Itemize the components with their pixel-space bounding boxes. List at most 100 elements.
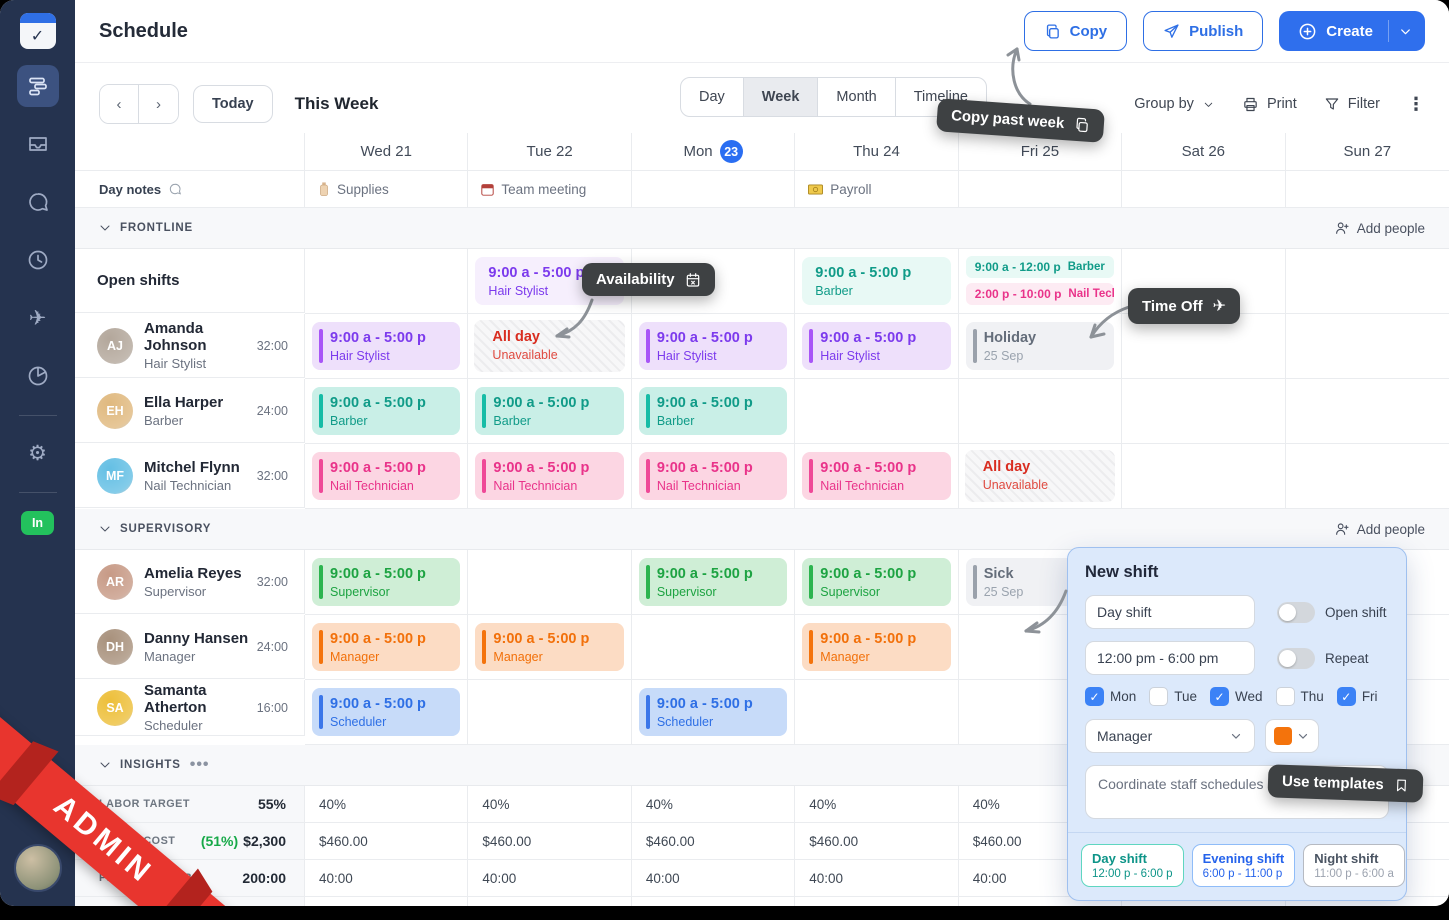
day-header[interactable]: Mon23 xyxy=(632,133,795,171)
sidebar-item-time-clock[interactable] xyxy=(17,239,59,281)
print-control[interactable]: Print xyxy=(1242,96,1297,113)
color-select[interactable] xyxy=(1265,719,1319,753)
prev-week-button[interactable]: ‹ xyxy=(100,85,139,123)
shift-card[interactable]: 9:00 a - 5:00 pBarber xyxy=(475,387,623,435)
day-note-cell[interactable]: Payroll xyxy=(795,171,958,208)
day-header[interactable]: Tue 22 xyxy=(468,133,631,171)
weekday-checkbox-tue[interactable]: Tue xyxy=(1149,687,1197,706)
shift-card[interactable]: 9:00 a - 5:00 pNail Technician xyxy=(312,452,460,500)
group-by-control[interactable]: Group by xyxy=(1134,96,1215,112)
schedule-cell[interactable]: 9:00 a - 5:00 pManager xyxy=(795,615,958,680)
schedule-cell[interactable]: 9:00 a - 5:00 pScheduler xyxy=(305,680,468,745)
shift-template-night-shift[interactable]: Night shift11:00 p - 6:00 a xyxy=(1303,844,1405,887)
employee[interactable]: AJ Amanda Johnson Hair Stylist 32:00 xyxy=(75,314,305,378)
sidebar-item-settings[interactable]: ⚙ xyxy=(17,432,59,474)
shift-name-input[interactable]: Day shift xyxy=(1085,595,1255,629)
sidebar-item-inbox[interactable] xyxy=(17,123,59,165)
create-button[interactable]: Create xyxy=(1279,11,1425,51)
day-note-cell[interactable] xyxy=(1286,171,1449,208)
filter-control[interactable]: Filter xyxy=(1324,96,1380,112)
day-note-cell[interactable]: Team meeting xyxy=(468,171,631,208)
shift-card[interactable]: 9:00 a - 5:00 pNail Technician xyxy=(802,452,950,500)
schedule-cell[interactable] xyxy=(959,379,1122,444)
schedule-cell[interactable]: 9:00 a - 5:00 pSupervisor xyxy=(305,550,468,615)
schedule-cell[interactable] xyxy=(1286,314,1449,379)
schedule-cell[interactable]: 9:00 a - 5:00 pSupervisor xyxy=(632,550,795,615)
shift-card[interactable]: 9:00 a - 5:00 pHair Stylist xyxy=(639,322,787,370)
more-options-kebab-icon[interactable]: ⋮ xyxy=(1407,94,1425,115)
section-more-icon[interactable]: ••• xyxy=(190,756,210,774)
shift-card[interactable]: 9:00 a - 5:00 pHair Stylist xyxy=(802,322,950,370)
day-header[interactable]: Wed 21 xyxy=(305,133,468,171)
unavailable-card[interactable]: All dayUnavailable xyxy=(965,450,1115,502)
schedule-cell[interactable] xyxy=(1122,379,1285,444)
open-shift-card[interactable]: 9:00 a - 5:00 pBarber xyxy=(802,257,950,305)
day-note-cell[interactable]: Supplies xyxy=(305,171,468,208)
schedule-cell[interactable]: 9:00 a - 5:00 pNail Technician xyxy=(632,444,795,509)
shift-card[interactable]: 9:00 a - 5:00 pBarber xyxy=(639,387,787,435)
schedule-cell[interactable] xyxy=(468,550,631,615)
shift-card[interactable]: 9:00 a - 5:00 pBarber xyxy=(312,387,460,435)
shift-card[interactable]: 9:00 a - 5:00 pManager xyxy=(312,623,460,671)
schedule-cell[interactable]: 9:00 a - 5:00 pNail Technician xyxy=(795,444,958,509)
schedule-cell[interactable]: 9:00 a - 5:00 pScheduler xyxy=(632,680,795,745)
open-shift-pill[interactable]: 9:00 a - 12:00 pBarber xyxy=(966,256,1114,278)
day-note-cell[interactable] xyxy=(632,171,795,208)
shift-card[interactable]: 9:00 a - 5:00 pScheduler xyxy=(312,688,460,736)
shift-card[interactable]: 9:00 a - 5:00 pScheduler xyxy=(639,688,787,736)
schedule-cell[interactable]: 9:00 a - 5:00 pBarber xyxy=(468,379,631,444)
section-collapse-chevron-icon[interactable] xyxy=(99,222,111,234)
schedule-cell[interactable] xyxy=(1286,444,1449,509)
schedule-cell[interactable]: 9:00 a - 5:00 pManager xyxy=(468,615,631,680)
employee[interactable]: SA Samanta Atherton Scheduler 16:00 xyxy=(75,680,305,736)
time-range-input[interactable]: 12:00 pm - 6:00 pm xyxy=(1085,641,1255,675)
add-people-button[interactable]: Add people xyxy=(1334,220,1425,236)
employee[interactable]: DH Danny Hansen Manager 24:00 xyxy=(75,615,305,679)
sidebar-item-reports[interactable] xyxy=(17,355,59,397)
schedule-cell[interactable]: 9:00 a - 5:00 pHair Stylist xyxy=(305,314,468,379)
tab-month[interactable]: Month xyxy=(818,78,895,116)
shift-card[interactable]: 9:00 a - 5:00 pSupervisor xyxy=(312,558,460,606)
schedule-cell[interactable]: 9:00 a - 5:00 pSupervisor xyxy=(795,550,958,615)
weekday-checkbox-thu[interactable]: Thu xyxy=(1276,687,1324,706)
schedule-cell[interactable] xyxy=(632,615,795,680)
schedule-cell[interactable] xyxy=(795,379,958,444)
schedule-cell[interactable]: 9:00 a - 5:00 pNail Technician xyxy=(468,444,631,509)
schedule-cell[interactable] xyxy=(1286,379,1449,444)
schedule-cell[interactable]: 9:00 a - 5:00 pBarber xyxy=(305,379,468,444)
sidebar-item-chat[interactable] xyxy=(17,181,59,223)
repeat-toggle[interactable] xyxy=(1277,648,1315,669)
tab-day[interactable]: Day xyxy=(681,78,744,116)
weekday-checkbox-fri[interactable]: ✓Fri xyxy=(1337,687,1378,706)
clock-in-badge[interactable]: In xyxy=(21,511,54,535)
role-select[interactable]: Manager xyxy=(1085,719,1255,753)
sidebar-item-schedule[interactable] xyxy=(17,65,59,107)
employee[interactable]: AR Amelia Reyes Supervisor 32:00 xyxy=(75,550,305,614)
shift-card[interactable]: 9:00 a - 5:00 pSupervisor xyxy=(639,558,787,606)
day-note-cell[interactable] xyxy=(1122,171,1285,208)
day-note-cell[interactable] xyxy=(959,171,1122,208)
weekday-checkbox-wed[interactable]: ✓Wed xyxy=(1210,687,1263,706)
schedule-cell[interactable] xyxy=(305,249,468,314)
schedule-cell[interactable]: 9:00 a - 5:00 pNail Technician xyxy=(305,444,468,509)
shift-card[interactable]: 9:00 a - 5:00 pSupervisor xyxy=(802,558,950,606)
schedule-cell[interactable] xyxy=(468,680,631,745)
open-shift-toggle[interactable] xyxy=(1277,602,1315,623)
tab-week[interactable]: Week xyxy=(744,78,819,116)
sidebar-item-time-off[interactable]: ✈ xyxy=(17,297,59,339)
add-people-button[interactable]: Add people xyxy=(1334,521,1425,537)
shift-template-evening-shift[interactable]: Evening shift6:00 p - 11:00 p xyxy=(1192,844,1296,887)
app-logo-calendar-icon[interactable]: ✓ xyxy=(20,13,56,49)
today-button[interactable]: Today xyxy=(193,85,273,123)
publish-button[interactable]: Publish xyxy=(1143,11,1263,51)
schedule-cell[interactable] xyxy=(1122,444,1285,509)
weekday-checkbox-mon[interactable]: ✓Mon xyxy=(1085,687,1136,706)
day-header[interactable]: Sun 27 xyxy=(1286,133,1449,171)
schedule-cell[interactable] xyxy=(1286,249,1449,314)
schedule-cell[interactable]: 9:00 a - 5:00 pBarber xyxy=(795,249,958,314)
employee[interactable]: MF Mitchel Flynn Nail Technician 32:00 xyxy=(75,444,305,508)
schedule-cell[interactable] xyxy=(795,680,958,745)
section-collapse-chevron-icon[interactable] xyxy=(99,523,111,535)
shift-card[interactable]: 9:00 a - 5:00 pNail Technician xyxy=(639,452,787,500)
shift-card[interactable]: 9:00 a - 5:00 pNail Technician xyxy=(475,452,623,500)
